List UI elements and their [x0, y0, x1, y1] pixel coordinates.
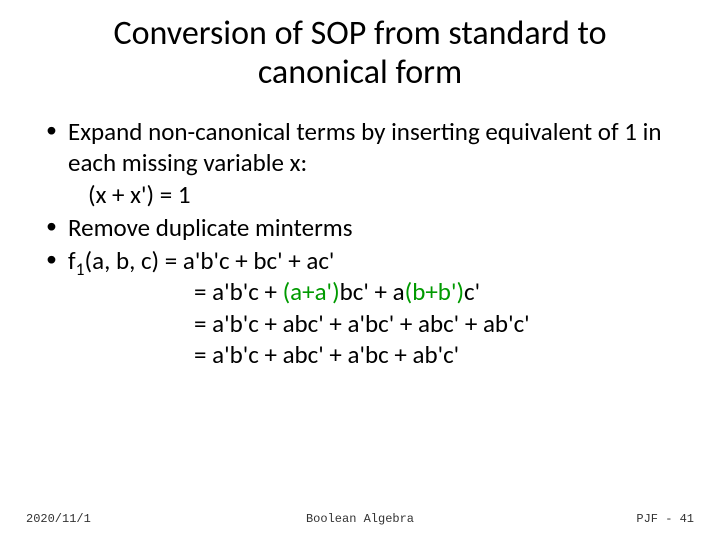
footer-topic: Boolean Algebra [306, 512, 414, 526]
fn-subscript: 1 [76, 258, 85, 280]
bullet-example: f1(a, b, c) = a'b'c + bc' + ac' = a'b'c … [40, 245, 680, 370]
inserted-aa: (a+a') [283, 276, 340, 307]
footer-page: PJF - 41 [636, 512, 694, 526]
slide-body: Expand non-canonical terms by inserting … [40, 116, 680, 370]
bullet-expand-text: Expand non-canonical terms by inserting … [68, 116, 661, 178]
inserted-bb: (b+b') [405, 276, 464, 307]
bullet-remove-dup: Remove duplicate minterms [40, 212, 680, 243]
d2-c: c' [464, 276, 480, 307]
slide-footer: 2020/11/1 Boolean Algebra PJF - 41 [0, 512, 720, 526]
bullet-expand-formula: (x + x') = 1 [68, 179, 680, 210]
bullet-expand: Expand non-canonical terms by inserting … [40, 116, 680, 210]
footer-date: 2020/11/1 [26, 512, 91, 526]
derivation-line-3: = a'b'c + abc' + a'bc' + abc' + ab'c' [68, 308, 680, 339]
d2-a: = a'b'c + [194, 276, 283, 307]
fn-head: (a, b, c) = a'b'c + bc' + ac' [85, 245, 335, 276]
fn-symbol: f [68, 245, 76, 276]
derivation-line-4: = a'b'c + abc' + a'bc + ab'c' [68, 339, 680, 370]
page-title: Conversion of SOP from standard to canon… [40, 14, 680, 92]
d2-b: bc' + a [340, 276, 405, 307]
derivation-line-2: = a'b'c + (a+a')bc' + a(b+b')c' [68, 276, 680, 307]
